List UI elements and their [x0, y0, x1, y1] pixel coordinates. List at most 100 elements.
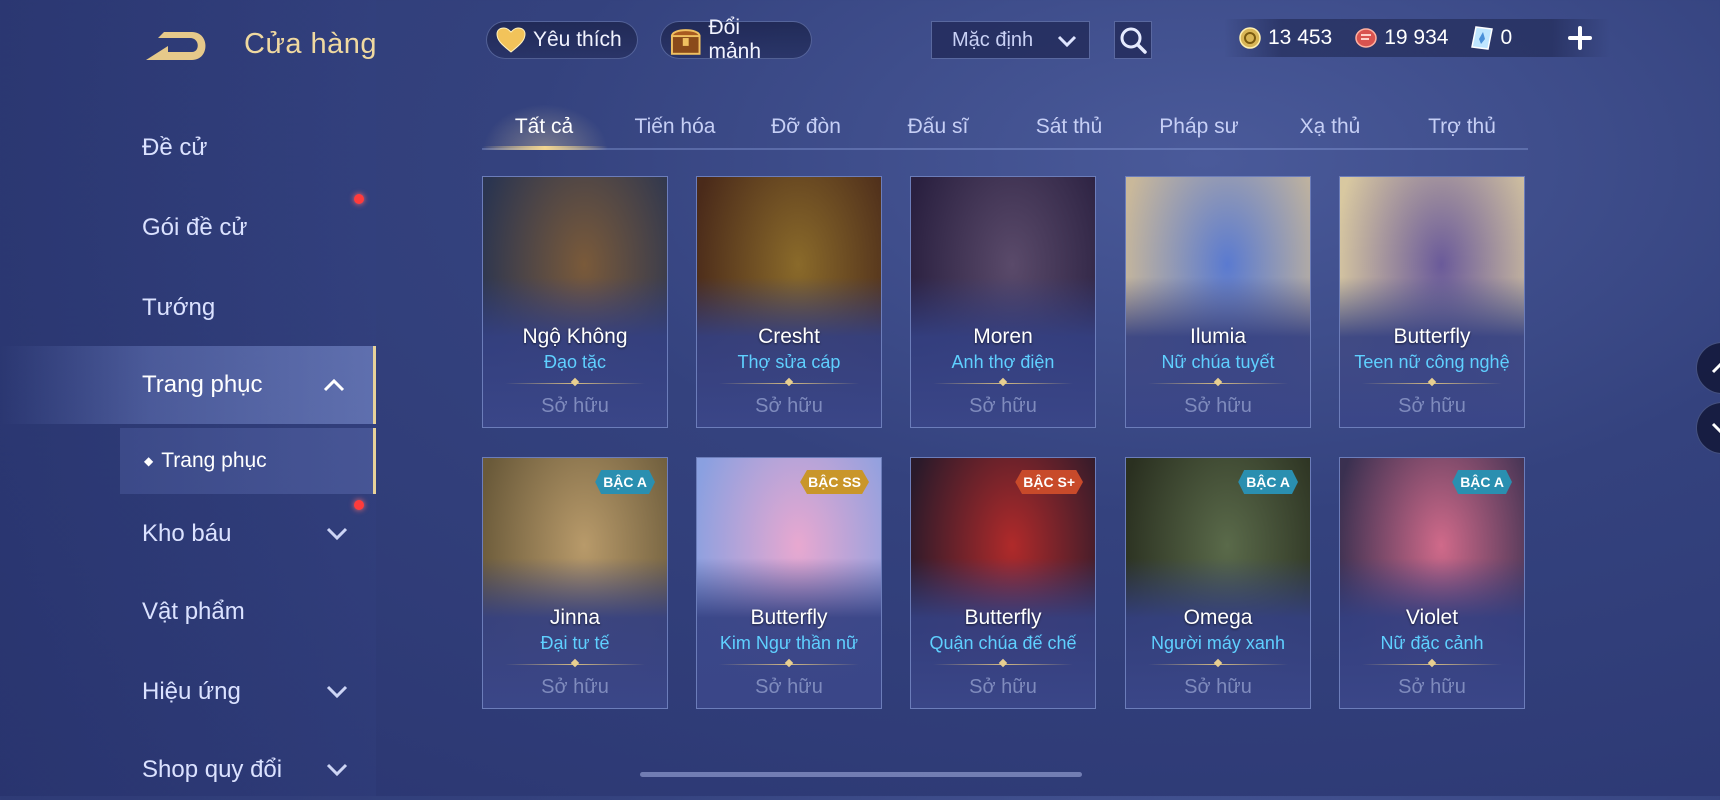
add-currency-button[interactable] — [1564, 22, 1596, 54]
notification-dot — [354, 194, 364, 204]
chevron-down-icon — [326, 527, 348, 541]
tab-fighter[interactable]: Đấu sĩ — [876, 104, 1000, 150]
back-arrow-icon — [146, 32, 206, 60]
sidebar-item-de-cu[interactable]: Đề cử — [0, 118, 376, 178]
tier-badge: BẬC SS — [800, 470, 869, 494]
sidebar-item-label: Shop quy đổi — [142, 756, 283, 783]
tier-badge: BẬC S+ — [1015, 470, 1083, 494]
treasure-chest-icon — [670, 29, 701, 55]
tab-label: Trợ thủ — [1428, 115, 1496, 138]
skin-card[interactable]: BẬC S+ Butterfly Quận chúa đế chế Sở hữu — [910, 457, 1096, 709]
tab-label: Đỡ đòn — [771, 115, 841, 138]
tab-tank[interactable]: Đỡ đòn — [744, 104, 868, 150]
bullet-icon: ◆ — [144, 454, 154, 468]
hero-name: Cresht — [758, 325, 820, 348]
sidebar-subitem-trang-phuc[interactable]: ◆ Trang phục — [120, 428, 376, 494]
tier-badge: BẬC A — [1238, 470, 1298, 494]
tier-badge: BẬC A — [1452, 470, 1512, 494]
scroll-down-button[interactable] — [1696, 402, 1720, 454]
exchange-fragments-button[interactable]: Đổi mảnh — [660, 16, 812, 63]
sidebar-item-shop-quy-doi[interactable]: Shop quy đổi — [0, 740, 376, 800]
gold-amount: 13 453 — [1268, 26, 1333, 49]
voucher-currency: 19 934 — [1354, 26, 1448, 50]
tab-label: Đấu sĩ — [907, 115, 969, 138]
tab-assassin[interactable]: Sát thủ — [1007, 104, 1131, 150]
back-button[interactable] — [144, 26, 214, 66]
sidebar-item-vat-pham[interactable]: Vật phẩm — [0, 582, 376, 642]
horizontal-scrollbar[interactable] — [640, 772, 1082, 777]
search-button[interactable] — [1114, 21, 1152, 59]
owned-status: Sở hữu — [969, 676, 1037, 698]
skin-card[interactable]: BẬC A Omega Người máy xanh Sở hữu — [1125, 457, 1311, 709]
search-icon — [1120, 27, 1147, 54]
owned-status: Sở hữu — [1398, 395, 1466, 417]
sidebar-item-tuong[interactable]: Tướng — [0, 278, 376, 338]
tab-all[interactable]: Tất cả — [482, 104, 606, 150]
skin-name: Người máy xanh — [1151, 633, 1285, 653]
sidebar-item-trang-phuc[interactable]: Trang phục — [0, 346, 376, 424]
plus-icon — [1568, 26, 1592, 50]
hero-name: Ilumia — [1189, 325, 1247, 348]
owned-status: Sở hữu — [1184, 395, 1252, 417]
skin-name: Nữ đặc cảnh — [1380, 633, 1484, 653]
skin-name: Kim Ngư thần nữ — [719, 633, 859, 653]
hero-name: Omega — [1183, 606, 1253, 629]
owned-status: Sở hữu — [1184, 676, 1252, 698]
hero-name: Moren — [973, 325, 1033, 348]
sidebar-item-label: Vật phẩm — [142, 598, 245, 625]
gold-coin-icon — [1239, 27, 1261, 49]
skin-card[interactable]: Moren Anh thợ điện Sở hữu — [910, 176, 1096, 428]
tab-label: Tất cả — [514, 115, 574, 138]
chevron-down-icon — [1057, 35, 1077, 48]
hero-name: Butterfly — [750, 606, 828, 629]
sidebar-item-label: Tướng — [142, 294, 216, 321]
gem-amount: 0 — [1500, 26, 1513, 49]
skin-name: Quận chúa đế chế — [929, 633, 1077, 653]
tab-support[interactable]: Trợ thủ — [1400, 104, 1524, 150]
hero-name: Ngộ Không — [522, 325, 628, 348]
skin-name: Teen nữ công nghệ — [1354, 352, 1510, 372]
skin-card[interactable]: BẬC SS Butterfly Kim Ngư thần nữ Sở hữu — [696, 457, 882, 709]
sidebar-item-label: Hiệu ứng — [142, 678, 241, 705]
scroll-up-button[interactable] — [1696, 342, 1720, 394]
sidebar-item-label: Kho báu — [142, 520, 232, 547]
favorites-label: Yêu thích — [533, 28, 622, 51]
page-title: Cửa hàng — [244, 28, 378, 60]
skin-card[interactable]: Ngộ Không Đạo tặc Sở hữu — [482, 176, 668, 428]
voucher-amount: 19 934 — [1384, 26, 1449, 49]
sidebar-item-kho-bau[interactable]: Kho báu — [0, 504, 376, 564]
chevron-down-icon — [1711, 422, 1720, 434]
exchange-label: Đổi mảnh — [708, 16, 762, 63]
chevron-down-icon — [326, 685, 348, 699]
skin-name: Nữ chúa tuyết — [1161, 352, 1275, 372]
skin-card[interactable]: BẬC A Violet Nữ đặc cảnh Sở hữu — [1339, 457, 1525, 709]
chevron-up-icon — [1711, 362, 1720, 374]
tab-label: Sát thủ — [1035, 115, 1103, 138]
owned-status: Sở hữu — [1398, 676, 1466, 698]
sort-dropdown[interactable]: Mặc định — [931, 21, 1090, 59]
skin-name: Đạo tặc — [543, 352, 607, 372]
sidebar-item-hieu-ung[interactable]: Hiệu ứng — [0, 662, 376, 722]
skin-card[interactable]: Butterfly Teen nữ công nghệ Sở hữu — [1339, 176, 1525, 428]
skin-name: Thợ sửa cáp — [737, 352, 841, 372]
owned-status: Sở hữu — [541, 395, 609, 417]
tab-label: Pháp sư — [1159, 115, 1239, 138]
sidebar-item-goi-de-cu[interactable]: Gói đề cử — [0, 198, 376, 258]
skin-card[interactable]: BẬC A Jinna Đại tư tế Sở hữu — [482, 457, 668, 709]
tab-evolution[interactable]: Tiến hóa — [613, 104, 737, 150]
skin-name: Đại tư tế — [540, 633, 610, 653]
tab-marksman[interactable]: Xạ thủ — [1268, 104, 1392, 150]
gold-currency: 13 453 — [1238, 26, 1332, 50]
owned-status: Sở hữu — [969, 395, 1037, 417]
skin-card[interactable]: Ilumia Nữ chúa tuyết Sở hữu — [1125, 176, 1311, 428]
skin-card[interactable]: Cresht Thợ sửa cáp Sở hữu — [696, 176, 882, 428]
tier-badge: BẬC A — [595, 470, 655, 494]
voucher-icon — [1355, 28, 1377, 48]
tab-label: Xạ thủ — [1299, 115, 1361, 138]
owned-status: Sở hữu — [755, 395, 823, 417]
chevron-down-icon — [326, 763, 348, 777]
heart-icon — [496, 27, 526, 53]
hero-name: Violet — [1405, 606, 1459, 629]
tab-mage[interactable]: Pháp sư — [1137, 104, 1261, 150]
favorites-button[interactable]: Yêu thích — [486, 21, 638, 59]
